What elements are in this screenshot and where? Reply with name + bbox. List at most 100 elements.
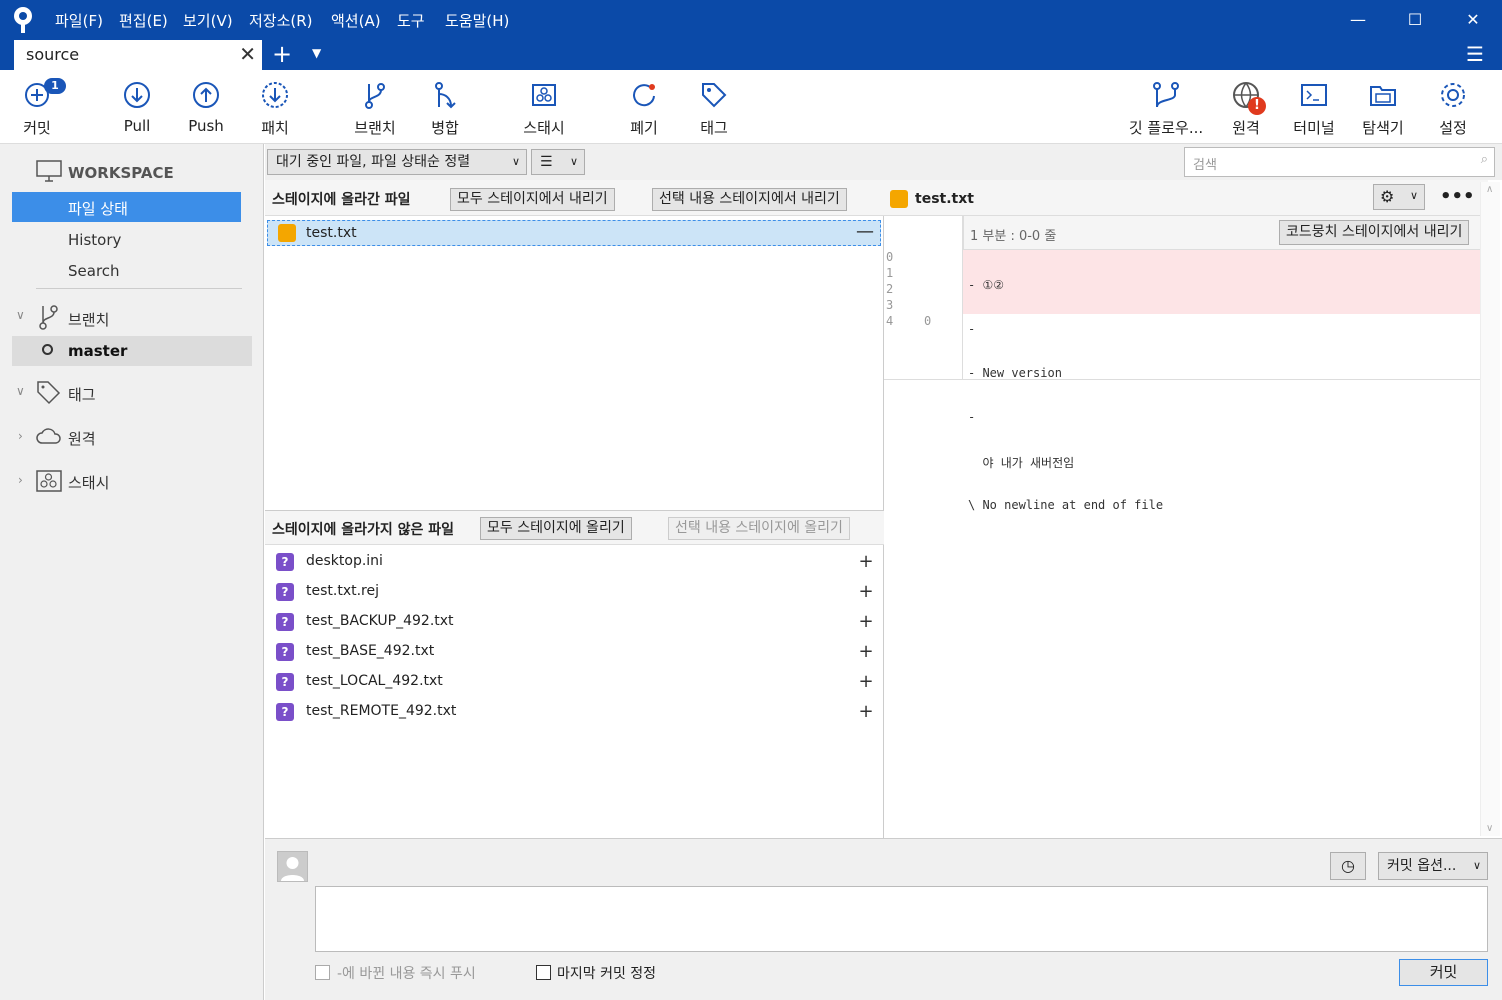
close-tab-icon[interactable]: ✕ bbox=[239, 42, 256, 66]
staged-file-row[interactable]: test.txt — bbox=[267, 220, 881, 246]
branch-button[interactable]: 브랜치 bbox=[346, 70, 404, 144]
merge-button[interactable]: 병합 bbox=[418, 70, 472, 144]
menu-file[interactable]: 파일(F) bbox=[55, 10, 103, 31]
explorer-button[interactable]: 탐색기 bbox=[1354, 70, 1412, 144]
diff-line: - New version bbox=[968, 366, 1062, 380]
list-item[interactable]: ? test_BASE_492.txt + bbox=[270, 638, 878, 666]
commit-options-label: 커밋 옵션... bbox=[1387, 858, 1457, 874]
unstage-file-icon[interactable]: — bbox=[856, 221, 874, 242]
stage-file-icon[interactable]: + bbox=[856, 552, 876, 572]
menu-repository[interactable]: 저장소(R) bbox=[249, 10, 313, 31]
sidebar-remotes[interactable]: 원격 bbox=[68, 428, 96, 449]
unstage-all-button[interactable]: 모두 스테이지에서 내리기 bbox=[450, 188, 615, 211]
tag-button[interactable]: 태그 bbox=[688, 70, 740, 144]
sidebar-stashes[interactable]: 스태시 bbox=[68, 472, 109, 493]
chevron-down-icon: ∨ bbox=[569, 155, 578, 168]
gear-icon bbox=[1441, 83, 1465, 107]
diff-line: - ①② bbox=[968, 278, 1004, 292]
search-input[interactable]: 검색 ⌕ bbox=[1184, 147, 1495, 177]
minimize-icon[interactable]: — bbox=[1346, 8, 1370, 32]
terminal-label: 터미널 bbox=[1293, 119, 1335, 137]
sidebar-item-label: 파일 상태 bbox=[68, 200, 128, 218]
chevron-down-icon[interactable]: ∨ bbox=[16, 384, 25, 398]
list-item[interactable]: ? test_LOCAL_492.txt + bbox=[270, 668, 878, 696]
diff-content: - ①② - - New version - 야 내가 새버전임 \ No ne… bbox=[968, 250, 1468, 528]
remote-button[interactable]: ! 원격 bbox=[1218, 70, 1274, 144]
diff-settings-dropdown[interactable]: ⚙ ∨ bbox=[1373, 184, 1425, 210]
close-window-icon[interactable]: ✕ bbox=[1461, 8, 1485, 32]
sidebar-item-search[interactable]: Search bbox=[68, 262, 120, 280]
stage-file-icon[interactable]: + bbox=[856, 612, 876, 632]
stash-button[interactable]: 스태시 bbox=[510, 70, 578, 144]
chevron-right-icon[interactable]: › bbox=[18, 429, 23, 443]
file-name: test.txt.rej bbox=[306, 583, 380, 599]
diff-file-name: test.txt bbox=[915, 191, 974, 207]
explorer-label: 탐색기 bbox=[1362, 119, 1404, 137]
current-branch-icon bbox=[42, 344, 53, 355]
pull-button[interactable]: Pull bbox=[110, 70, 164, 144]
branch-icon bbox=[365, 83, 385, 109]
untracked-icon: ? bbox=[276, 703, 294, 721]
menu-view[interactable]: 보기(V) bbox=[183, 10, 233, 31]
sidebar-tags[interactable]: 태그 bbox=[68, 384, 96, 405]
menu-tools[interactable]: 도구 bbox=[397, 10, 425, 31]
stage-file-icon[interactable]: + bbox=[856, 672, 876, 692]
stash-icon bbox=[36, 470, 62, 492]
list-item[interactable]: ? test_REMOTE_492.txt + bbox=[270, 698, 878, 726]
view-mode-dropdown[interactable]: ☰ ∨ bbox=[531, 149, 585, 175]
history-clock-icon[interactable]: ◷ bbox=[1330, 852, 1366, 880]
more-options-icon[interactable]: ••• bbox=[1440, 186, 1475, 207]
menu-edit[interactable]: 편집(E) bbox=[119, 10, 168, 31]
list-view-icon: ☰ bbox=[540, 154, 553, 170]
patch-button[interactable]: 패치 bbox=[248, 70, 302, 144]
list-item[interactable]: ? test_BACKUP_492.txt + bbox=[270, 608, 878, 636]
menu-help[interactable]: 도움말(H) bbox=[445, 10, 509, 31]
scroll-up-icon[interactable]: ∧ bbox=[1486, 184, 1493, 195]
sort-dropdown[interactable]: 대기 중인 파일, 파일 상태순 정렬 ∨ bbox=[267, 149, 527, 175]
stage-all-button[interactable]: 모두 스테이지에 올리기 bbox=[480, 517, 632, 540]
discard-label: 폐기 bbox=[630, 119, 658, 137]
menu-actions[interactable]: 액션(A) bbox=[331, 10, 381, 31]
list-item[interactable]: ? desktop.ini + bbox=[270, 548, 878, 576]
stage-file-icon[interactable]: + bbox=[856, 582, 876, 602]
sidebar-item-file-status[interactable]: 파일 상태 bbox=[12, 192, 241, 222]
list-item[interactable]: ? test.txt.rej + bbox=[270, 578, 878, 606]
sidebar-branches[interactable]: 브랜치 bbox=[68, 309, 109, 330]
stage-file-icon[interactable]: + bbox=[856, 702, 876, 722]
sidebar: WORKSPACE 파일 상태 History Search ∨ 브랜치 mas… bbox=[0, 144, 264, 1000]
amend-checkbox[interactable] bbox=[536, 965, 551, 980]
unstage-hunk-button[interactable]: 코드뭉치 스테이지에서 내리기 bbox=[1279, 220, 1470, 245]
stash-label: 스태시 bbox=[523, 119, 565, 137]
scroll-down-icon[interactable]: ∨ bbox=[1486, 823, 1493, 834]
unstaged-title: 스테이지에 올라가지 않은 파일 bbox=[272, 522, 455, 538]
commit-button[interactable]: 커밋 bbox=[1399, 959, 1488, 986]
patch-label: 패치 bbox=[261, 119, 289, 137]
new-tab-icon[interactable]: + bbox=[272, 40, 292, 68]
commit-label: 커밋 bbox=[23, 119, 51, 137]
stage-file-icon[interactable]: + bbox=[856, 642, 876, 662]
hamburger-menu-icon[interactable]: ☰ bbox=[1466, 42, 1484, 66]
gitflow-button[interactable]: 깃 플로우... bbox=[1122, 70, 1210, 144]
sidebar-item-master[interactable]: master bbox=[12, 336, 252, 366]
toolbar: 1 커밋 Pull Push 패치 브랜치 병합 스태시 폐기 태그 깃 플로우… bbox=[0, 70, 1502, 144]
commit-message-input[interactable] bbox=[315, 886, 1488, 952]
discard-button[interactable]: 폐기 bbox=[618, 70, 670, 144]
file-name: test_BACKUP_492.txt bbox=[306, 613, 454, 629]
chevron-down-icon[interactable]: ∨ bbox=[16, 308, 25, 322]
stage-selected-button[interactable]: 선택 내용 스테이지에 올리기 bbox=[668, 517, 850, 540]
commit-button[interactable]: 1 커밋 bbox=[8, 70, 66, 144]
push-button[interactable]: Push bbox=[178, 70, 234, 144]
tab-dropdown-icon[interactable]: ▼ bbox=[312, 46, 321, 60]
sidebar-divider bbox=[36, 288, 242, 289]
diff-scrollbar[interactable]: ∧ ∨ bbox=[1480, 182, 1500, 836]
commit-options-dropdown[interactable]: 커밋 옵션... ∨ bbox=[1378, 852, 1488, 880]
settings-button[interactable]: 설정 bbox=[1426, 70, 1480, 144]
tab-source[interactable]: source ✕ bbox=[14, 40, 262, 70]
hunk-range: 1 부분 : 0-0 줄 bbox=[970, 229, 1057, 244]
unstage-selected-button[interactable]: 선택 내용 스테이지에서 내리기 bbox=[652, 188, 847, 211]
terminal-button[interactable]: 터미널 bbox=[1286, 70, 1342, 144]
chevron-right-icon[interactable]: › bbox=[18, 473, 23, 487]
sidebar-item-history[interactable]: History bbox=[68, 231, 121, 249]
push-immediately-checkbox[interactable] bbox=[315, 965, 330, 980]
maximize-icon[interactable]: ☐ bbox=[1403, 8, 1427, 32]
